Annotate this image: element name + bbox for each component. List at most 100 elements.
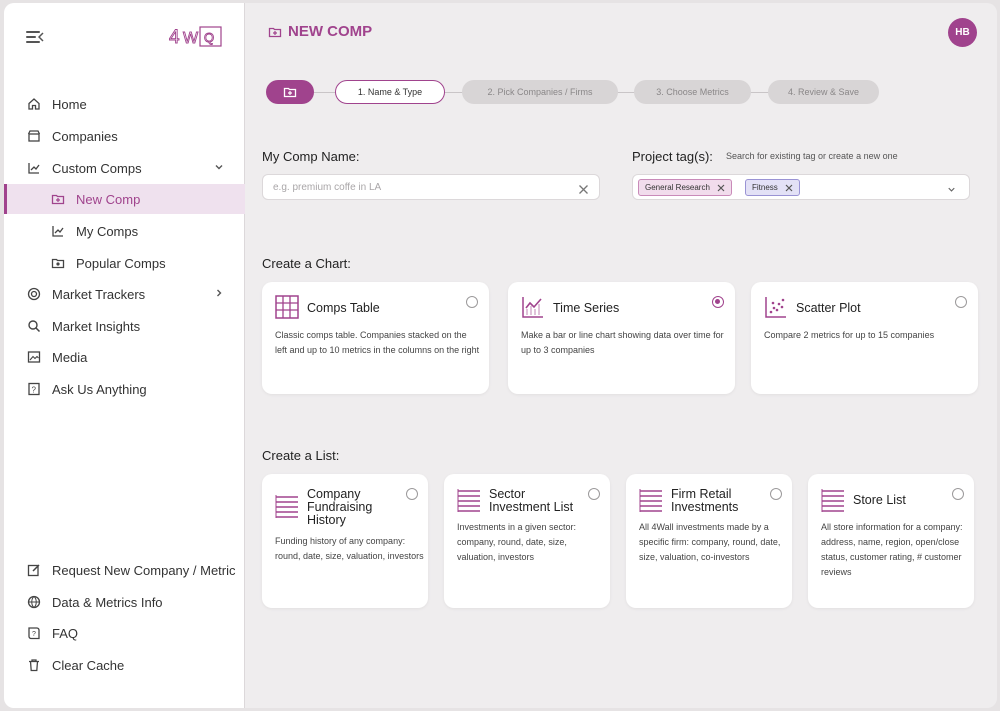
chevron-right-icon[interactable] (213, 287, 225, 299)
sidebar-item-faq[interactable]: ? FAQ (4, 618, 245, 648)
sidebar-item-custom-comps[interactable]: Custom Comps (4, 153, 245, 183)
folder-plus-icon (268, 25, 282, 39)
card-title: Firm Retail Investments (671, 487, 739, 514)
project-tags-label: Project tag(s): (632, 149, 713, 164)
sidebar-item-ask-us-anything[interactable]: ? Ask Us Anything (4, 374, 245, 404)
svg-text:Q: Q (204, 30, 214, 45)
radio-sector-investment-list[interactable] (588, 488, 600, 500)
chevron-down-icon[interactable] (946, 182, 957, 200)
tag-chip: General Research (638, 179, 732, 196)
sidebar-item-companies[interactable]: Companies (4, 121, 245, 151)
main-content: NEW COMP HB 1. Name & Type 2. Pick Compa… (246, 3, 997, 708)
question-icon: ? (26, 381, 42, 397)
sidebar-item-label: Custom Comps (52, 160, 142, 176)
chart-option-time-series[interactable]: Time Series Make a bar or line chart sho… (508, 282, 735, 394)
list-icon (275, 494, 299, 518)
step-type-icon[interactable] (266, 80, 314, 104)
stepper: 1. Name & Type 2. Pick Companies / Firms… (266, 80, 886, 105)
create-list-title: Create a List: (262, 448, 340, 463)
comp-name-label: My Comp Name: (262, 149, 360, 164)
list-option-company-fundraising-history[interactable]: Company Fundraising History Funding hist… (262, 474, 428, 608)
card-description: Funding history of any company: round, d… (275, 536, 424, 561)
sidebar-item-label: My Comps (76, 223, 139, 239)
sidebar-item-label: FAQ (52, 625, 79, 641)
sidebar-item-label: Ask Us Anything (52, 381, 147, 397)
svg-text:4: 4 (169, 27, 180, 48)
chevron-down-icon[interactable] (213, 161, 225, 173)
chart-option-scatter-plot[interactable]: Scatter Plot Compare 2 metrics for up to… (751, 282, 978, 394)
book-icon: ? (26, 625, 42, 641)
comp-name-input[interactable]: e.g. premium coffe in LA (262, 174, 600, 200)
sidebar-item-market-insights[interactable]: Market Insights (4, 311, 245, 341)
radio-firm-retail-investments[interactable] (770, 488, 782, 500)
sidebar-item-label: Data & Metrics Info (52, 594, 163, 610)
sidebar-item-new-comp[interactable]: New Comp (4, 184, 245, 214)
trash-icon (26, 657, 42, 673)
create-chart-title: Create a Chart: (262, 256, 351, 271)
sidebar-item-label: Media (52, 349, 88, 365)
sidebar: 4 W Q Home Companies Custom Comps New Co… (4, 3, 245, 708)
collapse-menu-icon[interactable] (26, 29, 44, 45)
radio-scatter-plot[interactable] (955, 296, 967, 308)
logo[interactable]: 4 W Q (167, 22, 223, 50)
sidebar-item-market-trackers[interactable]: Market Trackers (4, 279, 245, 309)
sidebar-item-label: Request New Company / Metric (52, 562, 236, 578)
radio-company-fundraising-history[interactable] (406, 488, 418, 500)
sidebar-item-label: Popular Comps (76, 255, 166, 271)
home-icon (26, 96, 42, 112)
card-title: Time Series (553, 301, 620, 315)
close-icon[interactable] (785, 184, 793, 192)
page-title-text: NEW COMP (288, 23, 373, 40)
tag-label: General Research (645, 183, 710, 192)
sidebar-item-my-comps[interactable]: My Comps (4, 216, 245, 246)
radio-time-series[interactable] (712, 296, 724, 308)
sidebar-item-label: Clear Cache (52, 657, 125, 673)
sidebar-item-label: New Comp (76, 191, 141, 207)
line-chart-icon (521, 295, 545, 319)
target-icon (26, 286, 42, 302)
sidebar-item-clear-cache[interactable]: Clear Cache (4, 650, 245, 680)
scatter-plot-icon (764, 295, 788, 319)
step-pick-companies[interactable]: 2. Pick Companies / Firms (462, 80, 618, 104)
sidebar-item-data-metrics-info[interactable]: Data & Metrics Info (4, 587, 245, 617)
step-review-save[interactable]: 4. Review & Save (768, 80, 879, 104)
radio-comps-table[interactable] (466, 296, 478, 308)
image-icon (26, 349, 42, 365)
comp-name-placeholder: e.g. premium coffe in LA (273, 182, 382, 193)
folder-star-icon (50, 255, 66, 271)
avatar[interactable]: HB (948, 18, 977, 47)
card-title: Scatter Plot (796, 301, 861, 315)
svg-text:?: ? (32, 386, 37, 395)
project-tags-input[interactable]: General Research Fitness (632, 174, 970, 200)
close-icon[interactable] (717, 184, 725, 192)
svg-text:W: W (183, 30, 199, 47)
sidebar-item-request-new-company[interactable]: Request New Company / Metric (4, 555, 245, 585)
sidebar-item-home[interactable]: Home (4, 89, 245, 119)
close-icon[interactable] (578, 182, 589, 194)
card-title: Store List (853, 493, 906, 507)
list-option-store-list[interactable]: Store List All store information for a c… (808, 474, 974, 608)
globe-icon (26, 594, 42, 610)
list-icon (639, 488, 663, 512)
tag-label: Fitness (752, 183, 778, 192)
project-tags-hint: Search for existing tag or create a new … (726, 151, 898, 161)
sidebar-item-label: Companies (52, 128, 118, 144)
card-description: Make a bar or line chart showing data ov… (521, 330, 724, 355)
list-option-sector-investment-list[interactable]: Sector Investment List Investments in a … (444, 474, 610, 608)
search-icon (26, 318, 42, 334)
card-title: Company Fundraising History (307, 487, 373, 527)
sidebar-item-media[interactable]: Media (4, 342, 245, 372)
chart-option-comps-table[interactable]: Comps Table Classic comps table. Compani… (262, 282, 489, 394)
radio-store-list[interactable] (952, 488, 964, 500)
sidebar-item-label: Market Trackers (52, 286, 146, 302)
building-icon (26, 128, 42, 144)
chart-icon (50, 223, 66, 239)
card-description: Classic comps table. Companies stacked o… (275, 330, 480, 355)
svg-text:?: ? (32, 631, 36, 638)
sidebar-item-popular-comps[interactable]: Popular Comps (4, 248, 245, 278)
step-name-type[interactable]: 1. Name & Type (335, 80, 445, 104)
list-option-firm-retail-investments[interactable]: Firm Retail Investments All 4Wall invest… (626, 474, 792, 608)
sidebar-item-label: Market Insights (52, 318, 141, 334)
step-choose-metrics[interactable]: 3. Choose Metrics (634, 80, 751, 104)
sidebar-item-label: Home (52, 96, 87, 112)
